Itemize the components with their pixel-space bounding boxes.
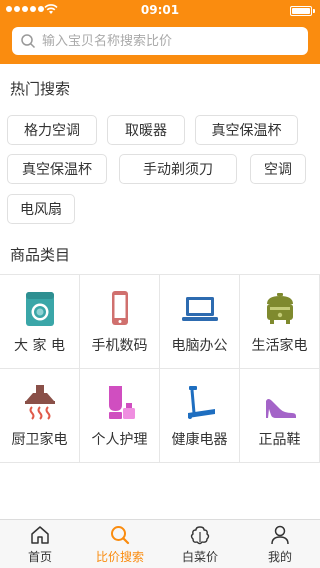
- search-icon: [111, 526, 130, 545]
- high-heel-icon: [265, 399, 296, 418]
- hot-search-chip[interactable]: 真空保温杯: [195, 115, 298, 145]
- hot-search-chip[interactable]: 取暖器: [107, 115, 185, 145]
- tab-label: 白菜价: [181, 550, 218, 564]
- category-item[interactable]: 电脑办公: [160, 275, 240, 369]
- search-box[interactable]: [12, 27, 308, 55]
- user-icon: [271, 525, 289, 545]
- category-label: 电脑办公: [171, 338, 228, 354]
- category-item[interactable]: 手机数码: [80, 275, 160, 369]
- category-label: 正品鞋: [258, 432, 301, 448]
- header-bar: 09:01: [0, 0, 320, 64]
- category-label: 厨卫家电: [11, 432, 68, 448]
- status-bar: 09:01: [0, 0, 320, 20]
- tab-home[interactable]: 首页: [0, 520, 80, 568]
- hot-search-chip[interactable]: 真空保温杯: [7, 154, 107, 184]
- cabbage-icon: [190, 526, 210, 545]
- category-grid: 大 家 电 手机数码 电脑办公 生活家电 厨卫家电 个人护理 健康电器 正品鞋: [0, 274, 320, 463]
- hot-search-chip[interactable]: 手动剃须刀: [119, 154, 237, 184]
- range-hood-icon: [24, 385, 55, 420]
- search-input[interactable]: [42, 33, 292, 49]
- tab-label: 比价搜索: [95, 550, 144, 564]
- tab-price-search[interactable]: 比价搜索: [80, 520, 160, 568]
- status-time: 09:01: [140, 3, 180, 17]
- category-item[interactable]: 健康电器: [160, 369, 240, 463]
- battery-icon: [290, 6, 315, 16]
- laptop-icon: [181, 297, 218, 321]
- tab-bargain[interactable]: 白菜价: [160, 520, 240, 568]
- hot-search-chip[interactable]: 格力空调: [7, 115, 97, 145]
- tab-mine[interactable]: 我的: [240, 520, 320, 568]
- category-label: 手机数码: [91, 338, 148, 354]
- tab-bar: 首页 比价搜索 白菜价 我的: [0, 519, 320, 568]
- rice-cooker-icon: [266, 293, 293, 324]
- search-icon: [21, 34, 36, 49]
- category-label: 生活家电: [251, 338, 308, 354]
- mobile-phone-icon: [111, 291, 128, 325]
- home-icon: [31, 526, 49, 544]
- category-item[interactable]: 正品鞋: [240, 369, 320, 463]
- cosmetics-icon: [108, 386, 135, 419]
- hot-search-chip[interactable]: 空调: [250, 154, 306, 184]
- category-item[interactable]: 个人护理: [80, 369, 160, 463]
- tab-label: 首页: [27, 550, 52, 564]
- tab-label: 我的: [267, 550, 292, 564]
- category-label: 健康电器: [171, 432, 228, 448]
- category-label: 个人护理: [91, 432, 148, 448]
- washing-machine-icon: [25, 292, 54, 326]
- hot-search-chip[interactable]: 电风扇: [7, 194, 75, 224]
- category-title: 商品类目: [10, 246, 71, 264]
- category-item[interactable]: 厨卫家电: [0, 369, 80, 463]
- category-item[interactable]: 大 家 电: [0, 275, 80, 369]
- hot-search-title: 热门搜索: [10, 80, 71, 98]
- category-item[interactable]: 生活家电: [240, 275, 320, 369]
- category-label: 大 家 电: [14, 338, 65, 354]
- treadmill-icon: [187, 386, 215, 419]
